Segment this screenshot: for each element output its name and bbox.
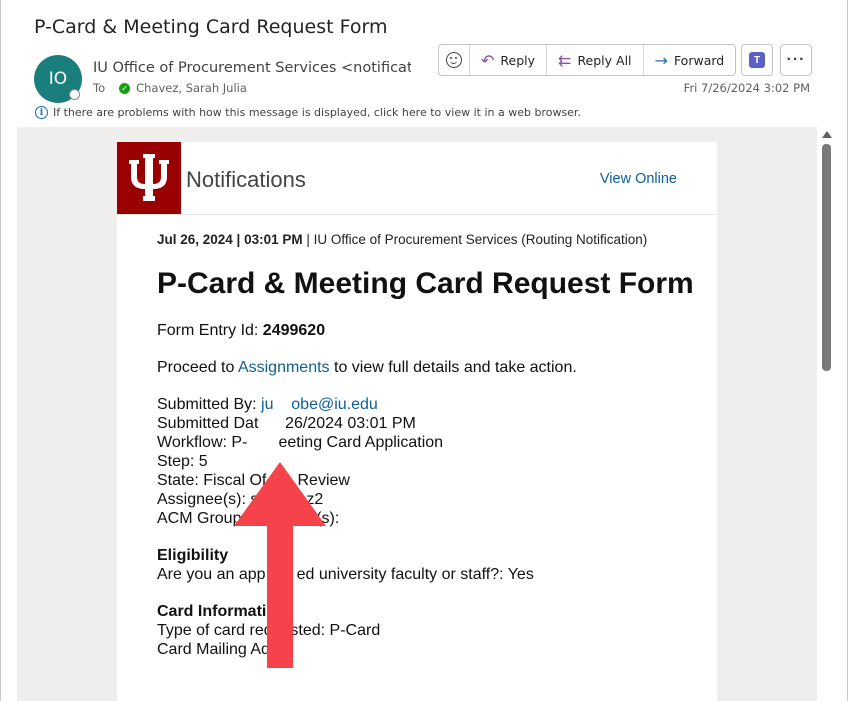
forward-label: Forward — [673, 52, 725, 68]
avatar-initials: IO — [48, 69, 68, 89]
submitted-by-line: Submitted By: ju obe@iu.edu — [157, 395, 697, 414]
message-body: Notifications View Online Jul 26, 2024 |… — [17, 127, 817, 701]
card-type-line: Type of card requested: P-Card — [157, 622, 381, 639]
notification-card: Notifications View Online Jul 26, 2024 |… — [117, 142, 717, 701]
routing-dateline: Jul 26, 2024 | 03:01 PM | IU Office of P… — [157, 232, 697, 247]
reply-all-icon: ⇇ — [558, 50, 572, 70]
message-actions-toolbar: ↶ Reply ⇇ Reply All → Forward — [438, 44, 737, 76]
received-date: Fri 7/26/2024 3:02 PM — [683, 81, 810, 95]
vertical-scrollbar[interactable] — [818, 127, 835, 701]
email-window: P-Card & Meeting Card Request Form IO IU… — [0, 0, 848, 701]
view-online-link[interactable]: View Online — [600, 171, 677, 187]
notification-header: Notifications View Online — [117, 142, 717, 215]
notifications-heading: Notifications — [186, 167, 306, 192]
eligibility-answer: Are you an app ed university faculty or … — [157, 566, 534, 583]
more-icon: ··· — [786, 51, 806, 68]
submitted-date-line: Submitted Dat 26/2024 03:01 PM — [157, 415, 416, 432]
available-check-icon: ✓ — [119, 82, 131, 94]
submitter-email-link[interactable]: ju obe@iu.edu — [261, 396, 378, 413]
teams-icon: T — [749, 52, 765, 68]
recipient-name[interactable]: Chavez, Sarah Julia — [136, 81, 247, 95]
assignments-link[interactable]: Assignments — [238, 359, 330, 376]
reply-label: Reply — [500, 52, 536, 68]
state-line: State: Fiscal Of Review — [157, 472, 350, 489]
scroll-up-icon[interactable] — [822, 131, 832, 138]
recipient-line: To ✓ Chavez, Sarah Julia — [93, 81, 247, 95]
submitted-by-label: Submitted By: — [157, 396, 262, 413]
sender-name[interactable]: IU Office of Procurement Services <notif… — [93, 60, 411, 76]
reply-icon: ↶ — [481, 50, 495, 70]
react-button[interactable] — [439, 45, 470, 75]
routing-source: | IU Office of Procurement Services (Rou… — [302, 232, 648, 247]
acm-group-line: ACM Group Ass ee(s): — [157, 510, 340, 527]
card-mailing-line: Card Mailing Addr — [157, 641, 285, 658]
workflow-line: Workflow: P- eeting Card Application — [157, 434, 444, 451]
iu-trident-logo — [117, 142, 181, 214]
routing-date: Jul 26, 2024 | 03:01 PM — [157, 232, 303, 247]
proceed-text-after: to view full details and take action. — [329, 359, 577, 376]
notification-content: Jul 26, 2024 | 03:01 PM | IU Office of P… — [157, 232, 697, 659]
info-bar[interactable]: i If there are problems with how this me… — [35, 106, 581, 119]
form-entry-label: Form Entry Id: — [157, 322, 263, 339]
reply-all-label: Reply All — [577, 52, 632, 68]
reply-all-button[interactable]: ⇇ Reply All — [547, 45, 644, 75]
forward-button[interactable]: → Forward — [644, 45, 736, 75]
forward-icon: → — [654, 50, 668, 70]
info-icon: i — [35, 106, 48, 119]
scroll-thumb[interactable] — [822, 144, 831, 371]
step-line: Step: 5 — [157, 453, 208, 470]
presence-status-icon — [69, 89, 80, 100]
assignees-line: Assignee(s): sc ez2 — [157, 491, 324, 508]
proceed-line: Proceed to Assignments to view full deta… — [157, 358, 697, 377]
reply-button[interactable]: ↶ Reply — [470, 45, 548, 75]
more-actions-button[interactable]: ··· — [780, 44, 812, 76]
form-entry-line: Form Entry Id: 2499620 — [157, 321, 697, 340]
teams-button[interactable]: T — [741, 44, 773, 76]
info-bar-text: If there are problems with how this mess… — [53, 106, 581, 119]
card-information-heading: Card Information — [157, 603, 286, 620]
eligibility-heading: Eligibility — [157, 547, 229, 564]
email-subject: P-Card & Meeting Card Request Form — [34, 16, 388, 38]
proceed-text-before: Proceed to — [157, 359, 238, 376]
form-title: P-Card & Meeting Card Request Form — [157, 267, 694, 300]
emoji-icon — [446, 52, 462, 68]
form-entry-id: 2499620 — [262, 322, 326, 339]
iu-trident-icon — [129, 154, 169, 201]
to-label: To — [93, 81, 106, 95]
